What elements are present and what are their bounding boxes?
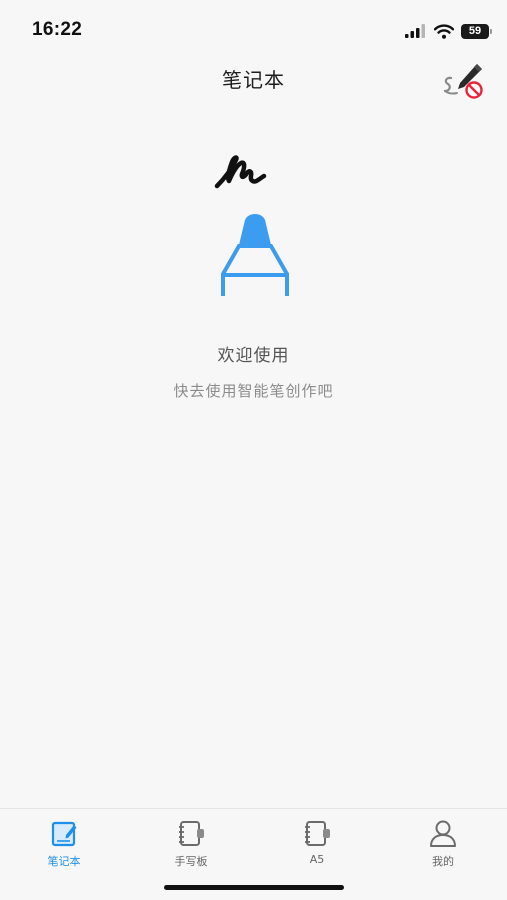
- notebook-icon: [51, 821, 77, 847]
- battery-level: 59: [468, 25, 482, 37]
- status-bar: 16:22 59: [0, 0, 507, 56]
- cellular-signal-icon: [405, 24, 425, 38]
- pen-disconnected-button[interactable]: [439, 60, 487, 102]
- handwriting-board-icon: [179, 821, 204, 846]
- tab-label: 笔记本: [47, 855, 81, 868]
- wifi-icon: [434, 23, 454, 39]
- tab-label: 我的: [432, 855, 454, 868]
- home-indicator[interactable]: [164, 885, 344, 890]
- empty-state-title: 欢迎使用: [217, 346, 290, 366]
- tab-label: A5: [309, 853, 325, 866]
- empty-state-subtitle: 快去使用智能笔创作吧: [173, 382, 334, 400]
- tab-a5[interactable]: A5: [277, 815, 357, 871]
- status-icons: 59: [405, 22, 492, 40]
- smart-pen-icon: [214, 155, 289, 296]
- battery-icon: 59: [461, 23, 492, 39]
- pen-disabled-icon: [443, 64, 483, 99]
- tab-profile[interactable]: 我的: [403, 815, 483, 871]
- tab-label: 手写板: [174, 855, 208, 868]
- status-time: 16:22: [32, 19, 83, 40]
- tab-handwriting-board[interactable]: 手写板: [151, 815, 231, 871]
- tab-notebook[interactable]: 笔记本: [24, 815, 104, 871]
- profile-icon: [430, 820, 456, 847]
- app-screen: 16:22 59 笔记本 欢迎使用 快去使用智能笔创作吧 笔记本 手写板 A5 …: [0, 0, 507, 900]
- page-title: 笔记本: [222, 68, 285, 92]
- a5-notebook-icon: [305, 821, 330, 846]
